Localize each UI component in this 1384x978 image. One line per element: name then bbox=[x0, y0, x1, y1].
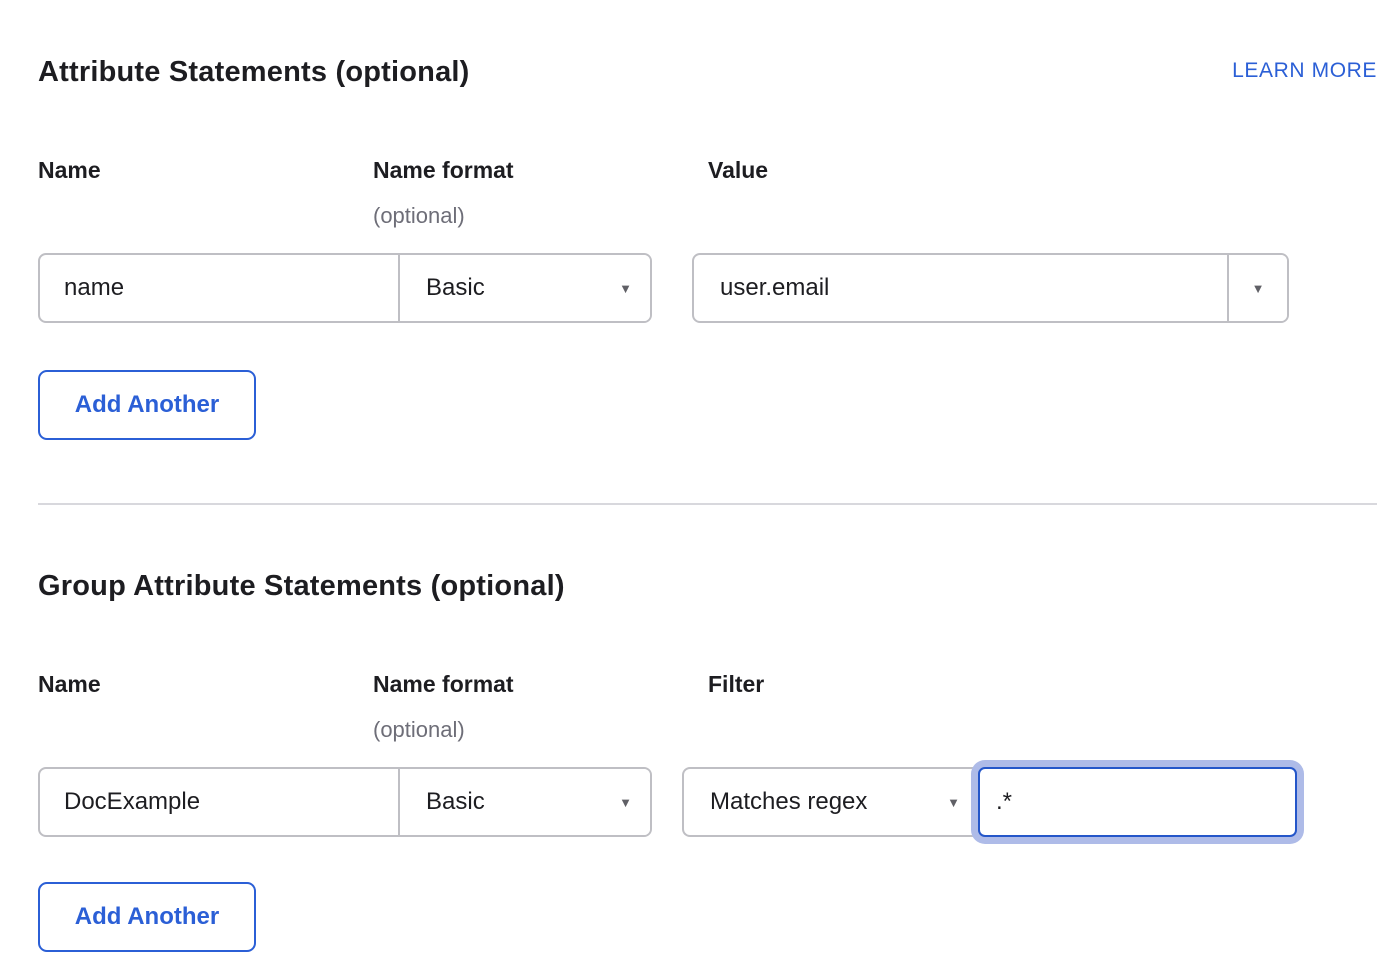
group-attribute-name-input[interactable] bbox=[40, 769, 398, 835]
name-format-select[interactable]: Basic ▼ bbox=[400, 255, 650, 321]
value-column-label: Value bbox=[708, 156, 1377, 184]
name-format-optional-label: (optional) bbox=[373, 717, 708, 743]
name-column-label: Name bbox=[38, 156, 373, 184]
section-divider bbox=[38, 503, 1377, 505]
attribute-statement-row: Basic ▼ ▼ bbox=[38, 253, 1377, 323]
add-another-group-attribute-button[interactable]: Add Another bbox=[38, 882, 256, 952]
chevron-down-icon: ▼ bbox=[947, 796, 960, 809]
name-format-column-label: Name format bbox=[373, 670, 708, 698]
add-another-attribute-button[interactable]: Add Another bbox=[38, 370, 256, 440]
attribute-value-combobox: ▼ bbox=[692, 253, 1289, 323]
group-name-format-selected-value: Basic bbox=[426, 788, 485, 816]
name-and-format-group: Basic ▼ bbox=[38, 253, 652, 323]
chevron-down-icon: ▼ bbox=[1252, 282, 1265, 295]
attribute-value-field-wrap bbox=[694, 255, 1229, 321]
group-name-field-wrap bbox=[40, 769, 400, 835]
attribute-statements-title: Attribute Statements (optional) bbox=[38, 54, 470, 90]
column-name: Name bbox=[38, 156, 373, 232]
filter-type-select[interactable]: Matches regex ▼ bbox=[682, 767, 978, 837]
filter-regex-input[interactable] bbox=[978, 767, 1297, 837]
attribute-value-dropdown-button[interactable]: ▼ bbox=[1229, 255, 1287, 321]
name-format-column-label: Name format bbox=[373, 156, 708, 184]
filter-type-selected-value: Matches regex bbox=[710, 788, 867, 816]
column-name-format: Name format (optional) bbox=[373, 670, 708, 746]
attribute-value-input[interactable] bbox=[694, 255, 1227, 321]
column-value: Value bbox=[708, 156, 1377, 232]
attribute-statements-section: Attribute Statements (optional) LEARN MO… bbox=[38, 54, 1377, 440]
filter-column-label: Filter bbox=[708, 670, 1377, 698]
group-attribute-statements-title: Group Attribute Statements (optional) bbox=[38, 568, 565, 604]
saml-settings-form: Attribute Statements (optional) LEARN MO… bbox=[0, 0, 1384, 978]
column-name: Name bbox=[38, 670, 373, 746]
learn-more-link[interactable]: LEARN MORE bbox=[1232, 58, 1377, 84]
attribute-name-field-wrap bbox=[40, 255, 400, 321]
column-name-format: Name format (optional) bbox=[373, 156, 708, 232]
name-format-selected-value: Basic bbox=[426, 274, 485, 302]
name-format-optional-label: (optional) bbox=[373, 203, 708, 229]
group-attribute-statement-row: Basic ▼ Matches regex ▼ bbox=[38, 767, 1377, 837]
group-name-and-format-group: Basic ▼ bbox=[38, 767, 652, 837]
group-name-format-select[interactable]: Basic ▼ bbox=[400, 769, 650, 835]
group-attribute-statements-section: Group Attribute Statements (optional) Na… bbox=[38, 568, 1377, 952]
name-column-label: Name bbox=[38, 670, 373, 698]
chevron-down-icon: ▼ bbox=[619, 796, 632, 809]
chevron-down-icon: ▼ bbox=[619, 282, 632, 295]
group-attribute-columns-labels: Name Name format (optional) Filter bbox=[38, 670, 1377, 746]
attribute-columns-labels: Name Name format (optional) Value bbox=[38, 156, 1377, 232]
attribute-statements-header: Attribute Statements (optional) LEARN MO… bbox=[38, 54, 1377, 90]
attribute-name-input[interactable] bbox=[40, 255, 398, 321]
group-attribute-statements-header: Group Attribute Statements (optional) bbox=[38, 568, 1377, 604]
group-filter-group: Matches regex ▼ bbox=[682, 767, 1297, 837]
column-filter: Filter bbox=[708, 670, 1377, 746]
